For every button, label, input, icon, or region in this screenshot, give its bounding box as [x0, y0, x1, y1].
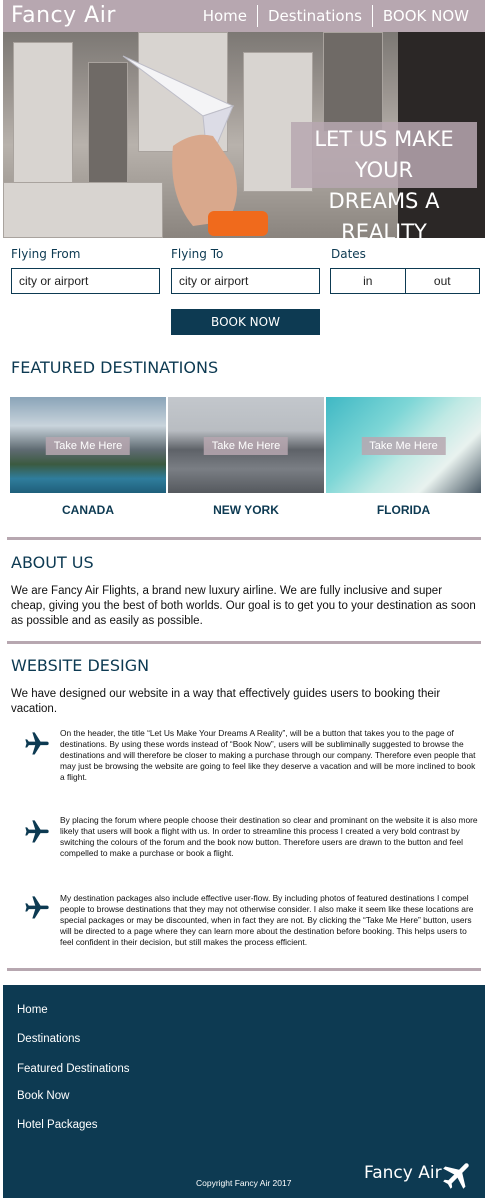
design-point-1: On the header, the title “Let Us Make Yo… — [60, 728, 476, 782]
main-nav: Home Destinations BOOK NOW — [193, 5, 479, 27]
website-design-intro: We have designed our website in a way th… — [11, 688, 441, 715]
destination-name-new-york: NEW YORK — [213, 503, 279, 517]
take-me-here-button[interactable]: Take Me Here — [45, 437, 131, 455]
destination-card-canada: Take Me Here — [10, 397, 166, 493]
about-us-heading: ABOUT US — [11, 553, 94, 572]
footer-link-hotel-packages[interactable]: Hotel Packages — [17, 1119, 98, 1131]
hero-tagline-line2: DREAMS A REALITY — [328, 189, 440, 238]
flying-from-label: Flying From — [11, 247, 81, 261]
footer-logo[interactable]: Fancy Air — [364, 1163, 442, 1183]
book-now-button[interactable]: BOOK NOW — [171, 309, 320, 335]
copyright-text: Copyright Fancy Air 2017 — [196, 1178, 292, 1188]
airplane-icon — [25, 820, 49, 843]
flying-to-label: Flying To — [171, 247, 224, 261]
flying-to-input[interactable]: city or airport — [171, 268, 320, 294]
hero-tagline-button[interactable]: LET US MAKE YOUR DREAMS A REALITY — [291, 122, 477, 238]
dates-label: Dates — [331, 247, 366, 261]
design-point-2: By placing the forum where people choose… — [60, 815, 478, 858]
dates-field: in out — [330, 268, 480, 294]
hero-image: LET US MAKE YOUR DREAMS A REALITY — [3, 32, 485, 238]
featured-destinations-heading: FEATURED DESTINATIONS — [11, 358, 219, 377]
date-out-input[interactable]: out — [404, 269, 480, 293]
site-logo[interactable]: Fancy Air — [11, 3, 116, 28]
section-divider — [7, 537, 481, 540]
hero-building — [13, 42, 73, 192]
design-point-3: My destination packages also include eff… — [60, 893, 474, 947]
hero-building — [323, 32, 383, 132]
paper-plane-hand-illustration — [122, 55, 268, 236]
section-divider — [7, 968, 481, 971]
about-us-text: We are Fancy Air Flights, a brand new lu… — [11, 585, 476, 627]
date-in-input[interactable]: in — [331, 269, 405, 293]
website-design-heading: WEBSITE DESIGN — [11, 656, 150, 675]
airplane-icon — [25, 732, 49, 755]
nav-book-now[interactable]: BOOK NOW — [371, 5, 479, 27]
footer-link-home[interactable]: Home — [17, 1004, 48, 1016]
flying-from-input[interactable]: city or airport — [11, 268, 160, 294]
header: Fancy Air Home Destinations BOOK NOW — [3, 0, 485, 32]
nav-home[interactable]: Home — [193, 5, 257, 27]
destination-name-florida: FLORIDA — [376, 503, 431, 517]
nav-destinations[interactable]: Destinations — [257, 5, 372, 27]
take-me-here-button[interactable]: Take Me Here — [203, 437, 289, 455]
destination-card-florida: Take Me Here — [326, 397, 481, 493]
footer-link-book-now[interactable]: Book Now — [17, 1090, 69, 1102]
destination-card-new-york: Take Me Here — [168, 397, 324, 493]
section-divider — [7, 641, 481, 644]
footer-link-destinations[interactable]: Destinations — [17, 1033, 80, 1045]
footer: Home Destinations Featured Destinations … — [3, 985, 485, 1198]
page: Fancy Air Home Destinations BOOK NOW LET… — [3, 0, 485, 1198]
footer-link-featured-destinations[interactable]: Featured Destinations — [17, 1063, 130, 1075]
take-me-here-button[interactable]: Take Me Here — [361, 437, 446, 455]
airplane-icon — [443, 1163, 469, 1189]
hero-tagline-line1: LET US MAKE YOUR — [314, 127, 454, 182]
destination-name-canada: CANADA — [62, 503, 114, 517]
airplane-icon — [25, 896, 49, 919]
